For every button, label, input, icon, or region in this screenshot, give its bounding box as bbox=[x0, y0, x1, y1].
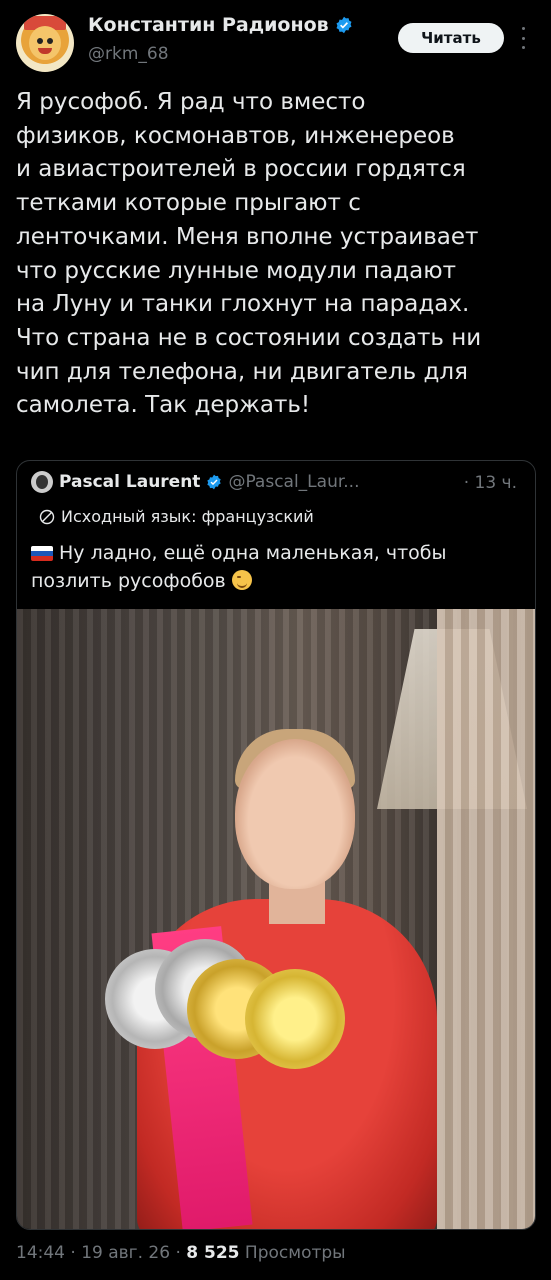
photo-person-head bbox=[235, 739, 355, 889]
quoted-tweet-card[interactable]: Pascal Laurent @Pascal_Laur... · 13 ч. И… bbox=[16, 460, 536, 1230]
avatar-eye bbox=[37, 38, 43, 44]
dot bbox=[521, 46, 525, 49]
author-display-name[interactable]: Константин Радионов bbox=[88, 14, 329, 36]
avatar-face-shape bbox=[29, 26, 61, 60]
quoted-author-name: Pascal Laurent bbox=[59, 472, 201, 492]
verified-badge-icon bbox=[207, 474, 222, 490]
photo-gold-medal bbox=[245, 969, 345, 1069]
avatar-mouth bbox=[38, 48, 52, 54]
views-label[interactable]: Просмотры bbox=[245, 1243, 346, 1263]
tweet-text: Я русофоб. Я рад что вместо физиков, кос… bbox=[16, 89, 482, 419]
follow-button[interactable]: Читать bbox=[398, 23, 504, 53]
author-handle[interactable]: @rkm_68 bbox=[88, 44, 169, 64]
verified-badge-icon bbox=[336, 16, 352, 34]
photo-right-curtain bbox=[437, 609, 535, 1229]
wink-emoji-icon bbox=[231, 570, 252, 590]
dot bbox=[521, 27, 525, 30]
tweet-date: · 19 авг. 26 · bbox=[70, 1243, 181, 1263]
dot bbox=[521, 36, 525, 40]
quoted-author-handle: @Pascal_Laur... bbox=[228, 472, 360, 492]
views-count[interactable]: 8 525 bbox=[186, 1243, 239, 1263]
tweet-meta: 14:44 · 19 авг. 26 · 8 525 Просмотры bbox=[16, 1243, 346, 1263]
avatar-eye bbox=[47, 38, 53, 44]
quoted-tweet-text: Ну ладно, ещё одна маленькая, чтобы позл… bbox=[31, 539, 521, 595]
author-avatar[interactable] bbox=[16, 14, 74, 72]
author-name-row: Константин Радионов bbox=[88, 14, 353, 36]
translation-label: Исходный язык: французский bbox=[61, 507, 314, 526]
translation-row[interactable]: Исходный язык: французский bbox=[39, 507, 314, 526]
quoted-author-avatar bbox=[31, 471, 53, 493]
more-dots-icon[interactable] bbox=[520, 27, 526, 49]
quoted-tweet-header: Pascal Laurent @Pascal_Laur... bbox=[31, 471, 360, 493]
tweet-header: Константин Радионов @rkm_68 Читать bbox=[0, 0, 551, 80]
translate-globe-icon bbox=[39, 509, 55, 524]
russia-flag-icon bbox=[31, 546, 53, 561]
tweet-time: 14:44 bbox=[16, 1243, 65, 1263]
quoted-tweet-photo[interactable] bbox=[17, 609, 535, 1229]
quoted-tweet-time: · 13 ч. bbox=[463, 473, 517, 493]
